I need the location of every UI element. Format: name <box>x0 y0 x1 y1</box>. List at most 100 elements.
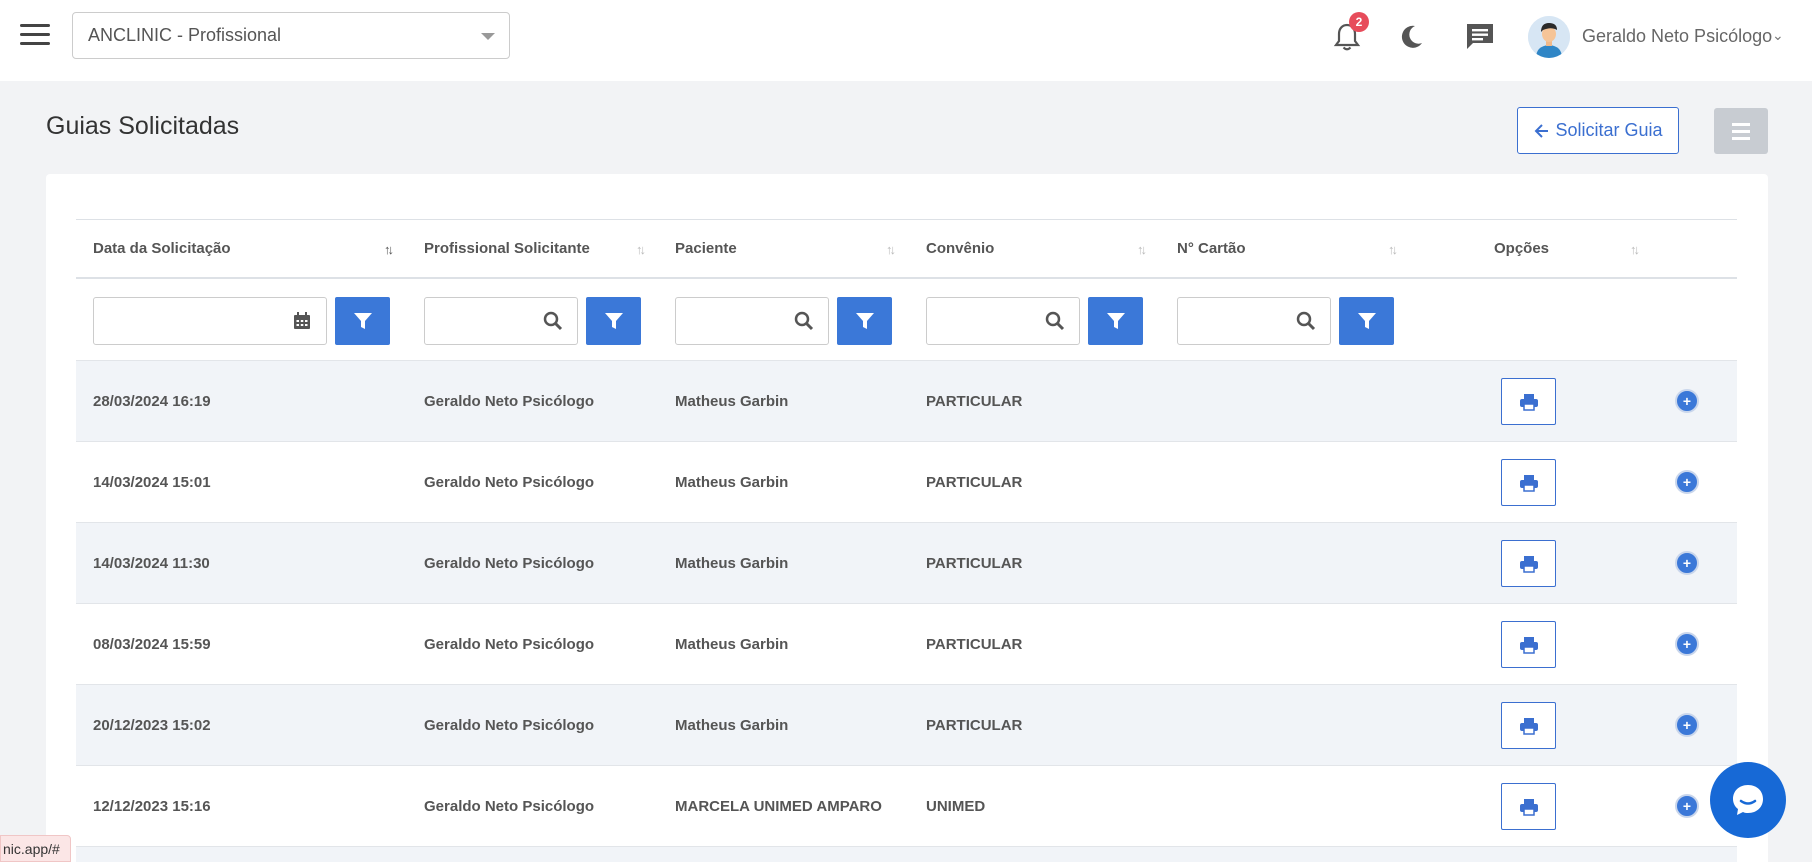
search-icon <box>794 311 814 331</box>
cell-convenio: PARTICULAR <box>926 555 1023 572</box>
filter-icon <box>604 313 623 329</box>
table-header: Data da Solicitação ↑↓ Profissional Soli… <box>76 219 1737 279</box>
printer-icon <box>1519 555 1538 573</box>
cell-paciente: Matheus Garbin <box>675 636 789 653</box>
cartao-filter-button[interactable] <box>1339 297 1394 345</box>
table-row: 28/03/2024 16:19 Geraldo Neto Psicólogo … <box>76 360 1737 441</box>
cell-data: 20/12/2023 15:02 <box>93 717 211 734</box>
search-icon <box>543 311 563 331</box>
page-title: Guias Solicitadas <box>46 112 240 140</box>
column-paciente[interactable]: Paciente <box>675 240 737 257</box>
convenio-filter-input[interactable] <box>926 297 1080 345</box>
cell-profissional: Geraldo Neto Psicólogo <box>424 798 595 815</box>
cell-data: 14/03/2024 11:30 <box>93 555 210 572</box>
cell-convenio: PARTICULAR <box>926 393 1023 410</box>
expand-row-button[interactable]: + <box>1675 470 1699 494</box>
print-button[interactable] <box>1501 459 1556 506</box>
print-button[interactable] <box>1501 540 1556 587</box>
profissional-filter-button[interactable] <box>586 297 641 345</box>
cell-profissional: Geraldo Neto Psicólogo <box>424 474 595 491</box>
expand-row-button[interactable]: + <box>1675 551 1699 575</box>
options-menu-button[interactable] <box>1714 108 1768 154</box>
expand-row-button[interactable]: + <box>1675 632 1699 656</box>
print-button[interactable] <box>1501 378 1556 425</box>
solicitar-guia-label: Solicitar Guia <box>1555 120 1663 140</box>
cell-profissional: Geraldo Neto Psicólogo <box>424 393 595 410</box>
cell-paciente: Matheus Garbin <box>675 555 789 572</box>
convenio-filter-button[interactable] <box>1088 297 1143 345</box>
cell-paciente: Matheus Garbin <box>675 474 789 491</box>
search-icon <box>1296 311 1316 331</box>
cell-data: 14/03/2024 15:01 <box>93 474 211 491</box>
cell-paciente: Matheus Garbin <box>675 393 789 410</box>
print-button[interactable] <box>1501 702 1556 749</box>
clinic-select[interactable]: ANCLINIC - Profissional <box>72 12 510 59</box>
sort-icon[interactable]: ↑↓ <box>636 242 646 257</box>
printer-icon <box>1519 798 1538 816</box>
sort-icon[interactable]: ↑↓ <box>1630 242 1640 257</box>
expand-row-button[interactable]: + <box>1675 713 1699 737</box>
cell-profissional: Geraldo Neto Psicólogo <box>424 717 595 734</box>
cartao-filter-input[interactable] <box>1177 297 1331 345</box>
sort-icon[interactable]: ↑↓ <box>384 242 394 257</box>
filter-icon <box>353 313 372 329</box>
sort-icon[interactable]: ↑↓ <box>886 242 896 257</box>
cell-paciente: MARCELA UNIMED AMPARO <box>675 798 882 815</box>
filter-row <box>76 279 1737 360</box>
cell-data: 08/03/2024 15:59 <box>93 636 211 653</box>
status-bar-url: nic.app/# <box>0 835 71 862</box>
printer-icon <box>1519 393 1538 411</box>
paciente-filter-button[interactable] <box>837 297 892 345</box>
cell-data: 28/03/2024 16:19 <box>93 393 211 410</box>
cell-convenio: PARTICULAR <box>926 636 1023 653</box>
clinic-select-value: ANCLINIC - Profissional <box>88 25 282 45</box>
chat-widget-button[interactable] <box>1710 762 1786 838</box>
table-row <box>76 846 1737 862</box>
filter-icon <box>855 313 874 329</box>
printer-icon <box>1519 636 1538 654</box>
chat-icon[interactable] <box>1464 22 1496 52</box>
table-row: 20/12/2023 15:02 Geraldo Neto Psicólogo … <box>76 684 1737 765</box>
expand-row-button[interactable]: + <box>1675 794 1699 818</box>
cell-paciente: Matheus Garbin <box>675 717 789 734</box>
search-icon <box>1045 311 1065 331</box>
cell-convenio: PARTICULAR <box>926 474 1023 491</box>
cell-data: 12/12/2023 15:16 <box>93 798 211 815</box>
table-row: 14/03/2024 15:01 Geraldo Neto Psicólogo … <box>76 441 1737 522</box>
sort-icon[interactable]: ↑↓ <box>1137 242 1147 257</box>
column-cartao[interactable]: N° Cartão <box>1177 240 1246 257</box>
solicitar-guia-button[interactable]: Solicitar Guia <box>1517 107 1679 154</box>
user-chevron-down-icon[interactable]: ⌄ <box>1772 27 1784 44</box>
print-button[interactable] <box>1501 783 1556 830</box>
column-convenio[interactable]: Convênio <box>926 240 994 257</box>
filter-icon <box>1357 313 1376 329</box>
user-avatar[interactable] <box>1528 16 1570 58</box>
date-filter-input[interactable] <box>93 297 327 345</box>
expand-row-button[interactable]: + <box>1675 389 1699 413</box>
chat-bubble-icon <box>1733 785 1763 815</box>
table-row: 14/03/2024 11:30 Geraldo Neto Psicólogo … <box>76 522 1737 603</box>
top-bar: ANCLINIC - Profissional 2 Geraldo Neto P… <box>0 0 1812 81</box>
printer-icon <box>1519 717 1538 735</box>
notification-badge: 2 <box>1349 12 1369 32</box>
profissional-filter-input[interactable] <box>424 297 578 345</box>
cell-profissional: Geraldo Neto Psicólogo <box>424 636 595 653</box>
column-profissional[interactable]: Profissional Solicitante <box>424 240 590 257</box>
user-name[interactable]: Geraldo Neto Psicólogo <box>1582 26 1772 47</box>
calendar-icon[interactable] <box>292 311 312 331</box>
cell-convenio: PARTICULAR <box>926 717 1023 734</box>
hamburger-menu-icon[interactable] <box>20 24 50 48</box>
column-opcoes[interactable]: Opções <box>1494 240 1549 257</box>
printer-icon <box>1519 474 1538 492</box>
filter-icon <box>1106 313 1125 329</box>
paciente-filter-input[interactable] <box>675 297 829 345</box>
column-data-solicitacao[interactable]: Data da Solicitação <box>93 240 231 257</box>
date-filter-button[interactable] <box>335 297 390 345</box>
cell-convenio: UNIMED <box>926 798 986 815</box>
print-button[interactable] <box>1501 621 1556 668</box>
moon-icon[interactable] <box>1398 24 1424 50</box>
cell-profissional: Geraldo Neto Psicólogo <box>424 555 595 572</box>
sort-icon[interactable]: ↑↓ <box>1388 242 1398 257</box>
table-row: 12/12/2023 15:16 Geraldo Neto Psicólogo … <box>76 765 1737 846</box>
chevron-down-icon <box>481 33 495 40</box>
